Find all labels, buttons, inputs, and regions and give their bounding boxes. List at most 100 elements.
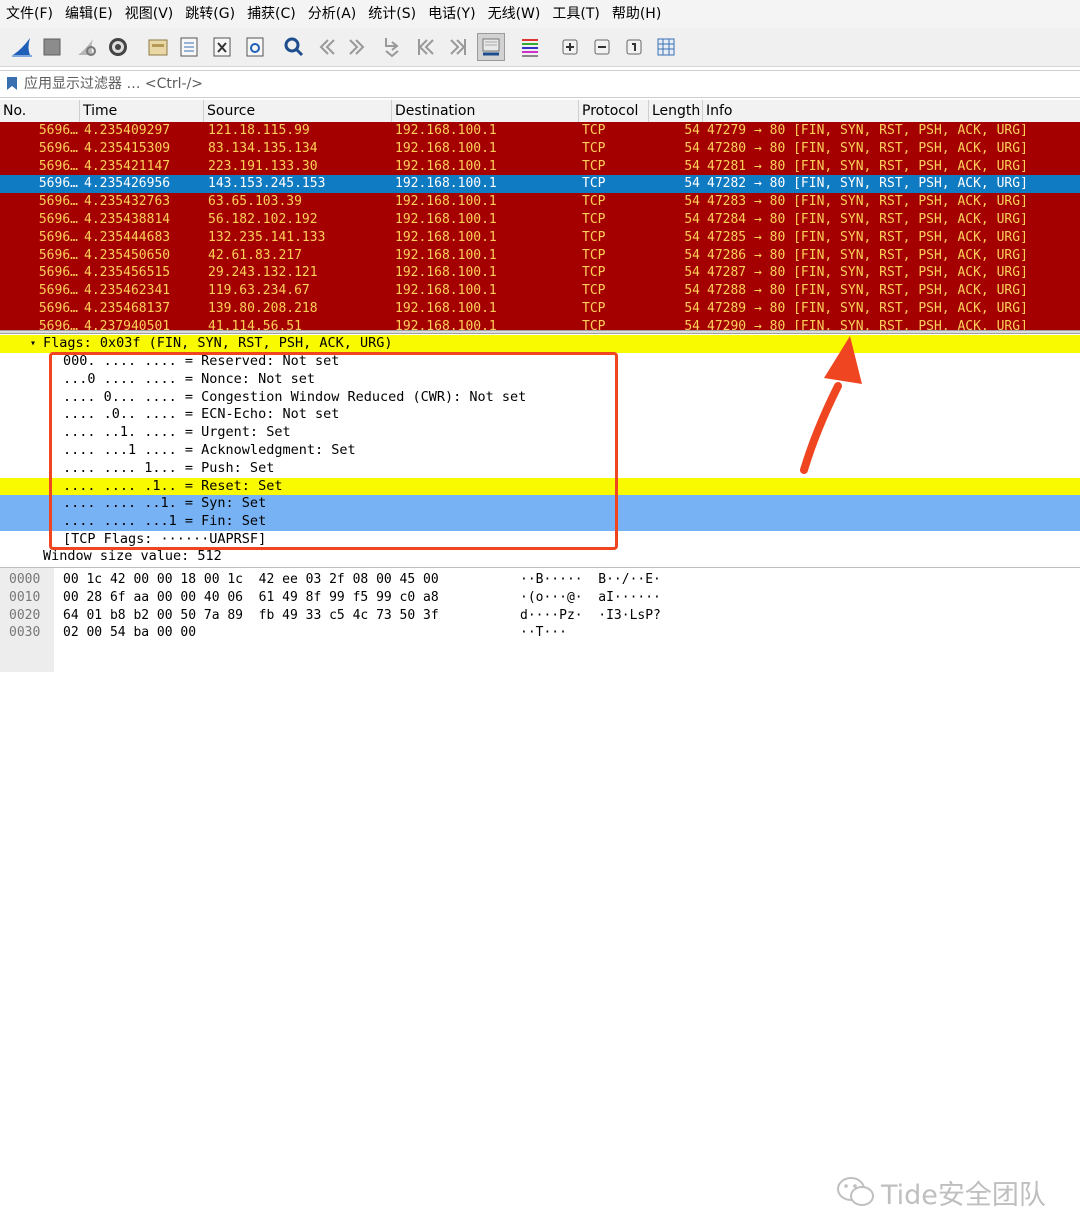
menu-telephony[interactable]: 电话(Y) xyxy=(422,0,481,28)
cell-length: 54 xyxy=(684,229,700,245)
stop-icon[interactable] xyxy=(38,33,66,61)
column-header-source[interactable]: Source xyxy=(204,100,392,122)
watermark-text: Tide安全团队 xyxy=(881,1179,1046,1211)
packet-row[interactable]: 5696… 4.235432763 63.65.103.39 192.168.100.… xyxy=(0,193,1080,211)
menu-edit[interactable]: 编辑(E) xyxy=(59,0,119,28)
cell-no: 5696… xyxy=(38,212,78,227)
go-first-icon[interactable] xyxy=(412,33,440,61)
annotation-box xyxy=(49,352,618,550)
bookmark-icon[interactable] xyxy=(6,76,18,91)
cell-length: 54 xyxy=(684,301,700,316)
display-filter-input[interactable] xyxy=(24,74,1064,94)
menu-file[interactable]: 文件(F) xyxy=(0,0,59,28)
watermark: Tide安全团队 xyxy=(835,1174,1046,1211)
cell-length: 54 xyxy=(684,140,700,156)
menu-capture[interactable]: 捕获(C) xyxy=(241,0,302,28)
cell-no: 5696… xyxy=(38,247,78,263)
shark-fin-start-icon[interactable] xyxy=(8,33,36,61)
zoom-out-icon[interactable] xyxy=(588,33,616,61)
find-magnifier-icon[interactable] xyxy=(280,33,308,61)
cell-protocol: TCP xyxy=(582,283,606,299)
bytes-hex: 02 00 54 ba 00 00 xyxy=(63,625,197,641)
bytes-row[interactable]: 0020 64 01 b8 b2 00 50 7a 89 fb 49 33 c5 … xyxy=(0,607,1080,625)
cell-protocol: TCP xyxy=(582,123,606,138)
cell-source: 63.65.103.39 xyxy=(208,194,302,210)
cell-length: 54 xyxy=(684,247,700,263)
cell-no: 5696… xyxy=(38,301,78,316)
cell-destination: 192.168.100.1 xyxy=(395,123,497,138)
bytes-row[interactable]: 0000 00 1c 42 00 00 18 00 1c 42 ee 03 2f … xyxy=(0,571,1080,589)
restart-icon[interactable] xyxy=(72,33,100,61)
menu-analyze[interactable]: 分析(A) xyxy=(302,0,363,28)
cell-length: 54 xyxy=(684,283,700,299)
cell-time: 4.235415309 xyxy=(84,140,171,156)
packet-row[interactable]: 5696… 4.235426956 143.153.245.153 192.168.1… xyxy=(0,175,1080,194)
open-folder-icon[interactable] xyxy=(144,33,172,61)
cell-time: 4.235421147 xyxy=(84,158,171,174)
packet-row[interactable]: 5696… 4.235468137 139.80.208.218 192.168.10… xyxy=(0,300,1080,318)
cell-destination: 192.168.100.1 xyxy=(395,194,497,210)
menu-statistics[interactable]: 统计(S) xyxy=(362,0,422,28)
packet-row[interactable]: 5696… 4.235444683 132.235.141.133 192.168.1… xyxy=(0,228,1080,247)
wechat-logo-icon xyxy=(837,1177,874,1206)
column-header-protocol[interactable]: Protocol xyxy=(579,100,649,122)
bytes-row[interactable]: 0010 00 28 6f aa 00 00 40 06 61 49 8f 99 … xyxy=(0,589,1080,607)
cell-protocol: TCP xyxy=(582,265,606,281)
packet-list-header: No. Time Source Destination Protocol Len… xyxy=(0,100,1080,123)
cell-source: 56.182.102.192 xyxy=(208,212,318,227)
cell-source: 223.191.133.30 xyxy=(208,158,318,174)
packet-row[interactable]: 5696… 4.235456515 29.243.132.121 192.168.10… xyxy=(0,264,1080,283)
packet-row[interactable]: 5696… 4.235409297 121.18.115.99 192.168.100… xyxy=(0,122,1080,140)
cell-no: 5696… xyxy=(38,318,78,330)
cell-time: 4.237940501 xyxy=(84,318,171,330)
menu-wireless[interactable]: 无线(W) xyxy=(482,0,547,28)
window-size-text: Window size value: 512 xyxy=(43,548,222,564)
reload-icon[interactable] xyxy=(241,33,269,61)
cell-time: 4.235468137 xyxy=(84,301,171,316)
go-forward-icon[interactable] xyxy=(344,33,372,61)
cell-length: 54 xyxy=(684,176,700,192)
cell-info: 47282 → 80 [FIN, SYN, RST, PSH, ACK, URG… xyxy=(707,176,1028,192)
save-file-icon[interactable] xyxy=(175,33,203,61)
resize-columns-icon[interactable] xyxy=(652,33,680,61)
column-header-no[interactable]: No. xyxy=(0,100,80,122)
menu-go[interactable]: 跳转(G) xyxy=(179,0,241,28)
cell-info: 47290 → 80 [FIN, SYN, RST, PSH, ACK, URG… xyxy=(707,318,1028,330)
packet-row[interactable]: 5696… 4.235450650 42.61.83.217 192.168.100.… xyxy=(0,246,1080,265)
packet-row[interactable]: 5696… 4.235415309 83.134.135.134 192.168.10… xyxy=(0,139,1080,158)
menu-tools[interactable]: 工具(T) xyxy=(546,0,605,28)
main-toolbar xyxy=(0,28,1080,67)
cell-no: 5696… xyxy=(38,158,78,174)
close-file-icon[interactable] xyxy=(208,33,236,61)
detail-row-window-size[interactable]: Window size value: 512 xyxy=(0,548,1080,566)
packet-row[interactable]: 5696… 4.235421147 223.191.133.30 192.168.10… xyxy=(0,157,1080,176)
bytes-offset: 0000 xyxy=(9,572,41,587)
column-header-info[interactable]: Info xyxy=(703,100,1080,122)
packet-list: 5696… 4.235409297 121.18.115.99 192.168.100… xyxy=(0,122,1080,330)
cell-info: 47289 → 80 [FIN, SYN, RST, PSH, ACK, URG… xyxy=(707,301,1028,316)
cell-source: 29.243.132.121 xyxy=(208,265,318,281)
menu-help[interactable]: 帮助(H) xyxy=(606,0,667,28)
bytes-row[interactable]: 0030 02 00 54 ba 00 00 ··T··· xyxy=(0,624,1080,642)
column-header-length[interactable]: Length xyxy=(649,100,703,122)
options-gear-icon[interactable] xyxy=(104,33,132,61)
go-last-icon[interactable] xyxy=(444,33,472,61)
zoom-in-icon[interactable] xyxy=(556,33,584,61)
menu-view[interactable]: 视图(V) xyxy=(119,0,180,28)
column-header-time[interactable]: Time xyxy=(80,100,204,122)
colorize-icon[interactable] xyxy=(516,33,544,61)
go-back-icon[interactable] xyxy=(312,33,340,61)
detail-row-flags[interactable]: ▾ Flags: 0x03f (FIN, SYN, RST, PSH, ACK,… xyxy=(0,335,1080,353)
cell-protocol: TCP xyxy=(582,140,606,156)
packet-row[interactable]: 5696… 4.235462341 119.63.234.67 192.168.100… xyxy=(0,282,1080,300)
cell-destination: 192.168.100.1 xyxy=(395,265,497,281)
go-to-packet-icon[interactable] xyxy=(378,33,406,61)
packet-row[interactable]: 5696… 4.235438814 56.182.102.192 192.168.10… xyxy=(0,211,1080,229)
autoscroll-icon[interactable] xyxy=(477,33,505,61)
normal-size-icon[interactable] xyxy=(620,33,648,61)
bytes-hex: 00 28 6f aa 00 00 40 06 61 49 8f 99 f5 9… xyxy=(63,589,439,605)
packet-row[interactable]: 5696… 4.237940501 41.114.56.51 192.168.100.… xyxy=(0,317,1080,330)
collapse-triangle-icon[interactable]: ▾ xyxy=(30,335,36,353)
column-header-destination[interactable]: Destination xyxy=(392,100,579,122)
cell-length: 54 xyxy=(684,212,700,227)
